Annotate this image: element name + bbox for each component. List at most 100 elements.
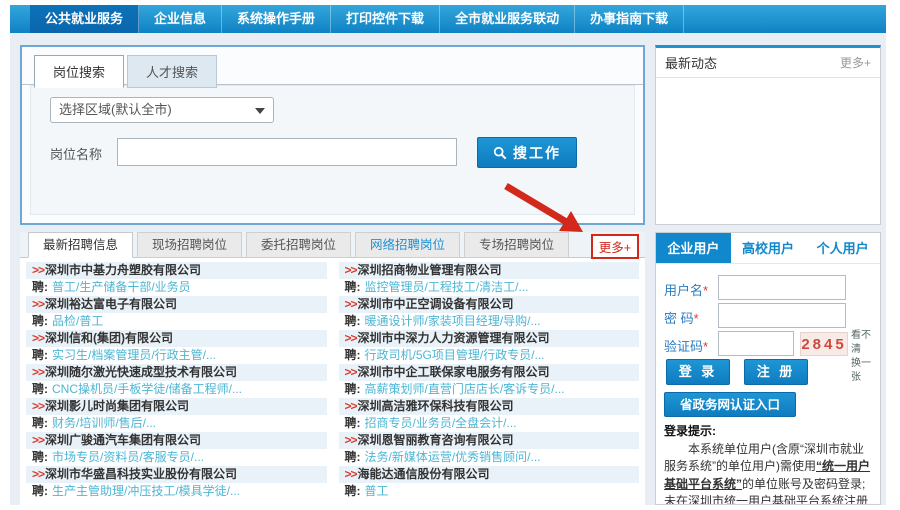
pin-label: 聘: bbox=[345, 484, 361, 498]
company-name: 深圳裕达富电子有限公司 bbox=[45, 297, 177, 311]
pin-label: 聘: bbox=[345, 280, 361, 294]
required-mark: * bbox=[694, 311, 699, 326]
chevrons-icon: >> bbox=[345, 365, 357, 379]
chevrons-icon: >> bbox=[32, 433, 44, 447]
pin-label: 聘: bbox=[345, 450, 361, 464]
captcha-hint-1: 看不清 bbox=[851, 330, 871, 355]
news-more-link[interactable]: 更多+ bbox=[840, 54, 871, 71]
job-links[interactable]: 实习生/档案管理员/行政主管/... bbox=[52, 348, 216, 362]
job-links-row: 聘:暖通设计师/家装项目经理/导购/... bbox=[339, 313, 640, 330]
captcha-label: 验证码* bbox=[664, 336, 708, 355]
company-name: 深圳高洁雅环保科技有限公司 bbox=[358, 399, 514, 413]
company-link[interactable]: >>深圳高洁雅环保科技有限公司 bbox=[339, 398, 640, 415]
tab-onsite-recruitment[interactable]: 现场招聘岗位 bbox=[137, 232, 242, 258]
nav-item-public-employment[interactable]: 公共就业服务 bbox=[30, 5, 139, 33]
job-links[interactable]: CNC操机员/手板学徒/储备工程师/... bbox=[52, 382, 242, 396]
job-links[interactable]: 行政司机/5G项目管理/行政专员/... bbox=[365, 348, 545, 362]
company-link[interactable]: >>深圳影儿时尚集团有限公司 bbox=[26, 398, 327, 415]
company-link[interactable]: >>深圳裕达富电子有限公司 bbox=[26, 296, 327, 313]
job-links-row: 聘: 普工/生产储备干部/业务员 bbox=[26, 279, 327, 296]
latest-news-panel: 最新动态 更多+ bbox=[655, 45, 881, 225]
pin-label: 聘: bbox=[32, 450, 48, 464]
search-jobs-button[interactable]: 搜工作 bbox=[477, 137, 577, 168]
job-links[interactable]: 普工/生产储备干部/业务员 bbox=[52, 280, 191, 294]
job-name-label: 岗位名称 bbox=[50, 144, 102, 163]
company-link[interactable]: >>深圳信和(集团)有限公司 bbox=[26, 330, 327, 347]
pin-label: 聘: bbox=[32, 280, 48, 294]
login-button[interactable]: 登 录 bbox=[666, 359, 730, 385]
tab-online-recruitment[interactable]: 网络招聘岗位 bbox=[355, 232, 460, 258]
login-tips-paragraph: 本系统单位用户(含原“深圳市就业服务系统”的单位用户)需使用“统一用户基础平台系… bbox=[664, 441, 874, 494]
captcha-image[interactable]: 2845 bbox=[800, 332, 848, 356]
recruitment-list: >>深圳市中基力舟塑胶有限公司 聘:普工/生产储备干部/业务员 >>深圳裕达富电… bbox=[20, 262, 645, 505]
register-button[interactable]: 注 册 bbox=[744, 359, 808, 385]
tab-enterprise-user[interactable]: 企业用户 bbox=[656, 233, 731, 263]
company-link[interactable]: >>深圳广骏通汽车集团有限公司 bbox=[26, 432, 327, 449]
job-links[interactable]: 品检/普工 bbox=[52, 314, 103, 328]
job-name-input[interactable] bbox=[117, 138, 457, 166]
nav-item-guide-download[interactable]: 办事指南下载 bbox=[575, 5, 684, 33]
job-links[interactable]: 高薪策划师/直营门店店长/客诉专员/... bbox=[365, 382, 565, 396]
chevrons-icon: >> bbox=[32, 467, 44, 481]
tab-personal-user[interactable]: 个人用户 bbox=[805, 233, 880, 263]
captcha-input[interactable] bbox=[718, 331, 794, 356]
company-link[interactable]: >>深圳恩智丽教育咨询有限公司 bbox=[339, 432, 640, 449]
job-links[interactable]: 招商专员/业务员/全盘会计/... bbox=[365, 416, 517, 430]
company-name: 深圳市中深力人力资源管理有限公司 bbox=[358, 331, 550, 345]
company-link[interactable]: >>海能达通信股份有限公司 bbox=[339, 466, 640, 483]
job-links[interactable]: 普工 bbox=[365, 484, 389, 498]
tab-job-search[interactable]: 岗位搜索 bbox=[34, 55, 124, 88]
job-links-row: 聘: 监控管理员/工程技工/清洁工/... bbox=[339, 279, 640, 296]
chevrons-icon: >> bbox=[345, 467, 357, 481]
nav-item-system-manual[interactable]: 系统操作手册 bbox=[222, 5, 331, 33]
region-select[interactable]: 选择区域(默认全市) bbox=[50, 97, 274, 123]
recruitment-more-link[interactable]: 更多+ bbox=[591, 234, 639, 259]
nav-item-citywide-linkage[interactable]: 全市就业服务联动 bbox=[440, 5, 575, 33]
gov-portal-button[interactable]: 省政务网认证入口 bbox=[664, 392, 796, 417]
tab-university-user[interactable]: 高校用户 bbox=[731, 233, 806, 263]
company-link[interactable]: >>深圳市华盛昌科技实业股份有限公司 bbox=[26, 466, 327, 483]
company-link[interactable]: >>深圳市中基力舟塑胶有限公司 bbox=[26, 262, 327, 279]
company-link[interactable]: >>深圳市中正空调设备有限公司 bbox=[339, 296, 640, 313]
login-tips: 登录提示: 本系统单位用户(含原“深圳市就业服务系统”的单位用户)需使用“统一用… bbox=[664, 423, 874, 505]
captcha-refresh-link[interactable]: 看不清 换一张 bbox=[851, 329, 880, 385]
job-links-row: 聘:行政司机/5G项目管理/行政专员/... bbox=[339, 347, 640, 364]
company-link[interactable]: >>深圳招商物业管理有限公司 bbox=[339, 262, 640, 279]
job-links[interactable]: 生产主管助理/冲压技工/模具学徒/... bbox=[52, 484, 240, 498]
username-input[interactable] bbox=[718, 275, 846, 300]
username-label: 用户名* bbox=[664, 280, 708, 299]
captcha-hint-2: 换一张 bbox=[851, 358, 871, 383]
nav-item-enterprise-info[interactable]: 企业信息 bbox=[139, 5, 222, 33]
region-select-value: 选择区域(默认全市) bbox=[59, 102, 172, 117]
password-input[interactable] bbox=[718, 303, 846, 328]
login-tips-line2: 未在深圳市统一用户基础平台系统注册的, bbox=[664, 493, 874, 505]
nav-item-print-control-download[interactable]: 打印控件下载 bbox=[331, 5, 440, 33]
pin-label: 聘: bbox=[32, 314, 48, 328]
job-links[interactable]: 暖通设计师/家装项目经理/导购/... bbox=[365, 314, 541, 328]
job-links-row: 聘: 普工 bbox=[339, 483, 640, 500]
job-links[interactable]: 监控管理员/工程技工/清洁工/... bbox=[365, 280, 529, 294]
company-link[interactable]: >>深圳随尔激光快速成型技术有限公司 bbox=[26, 364, 327, 381]
company-name: 深圳招商物业管理有限公司 bbox=[358, 263, 502, 277]
search-icon bbox=[493, 146, 507, 160]
job-links[interactable]: 市场专员/资料员/客服专员/... bbox=[52, 450, 204, 464]
username-row: 用户名* bbox=[656, 275, 880, 301]
tab-entrusted-recruitment[interactable]: 委托招聘岗位 bbox=[246, 232, 351, 258]
pin-label: 聘: bbox=[32, 484, 48, 498]
required-mark: * bbox=[703, 283, 708, 298]
login-tips-title: 登录提示: bbox=[664, 423, 874, 441]
tab-special-recruitment[interactable]: 专场招聘岗位 bbox=[464, 232, 569, 258]
job-links[interactable]: 法务/新媒体运营/优秀销售顾问/... bbox=[365, 450, 541, 464]
company-link[interactable]: >>深圳市中深力人力资源管理有限公司 bbox=[339, 330, 640, 347]
chevron-down-icon bbox=[255, 108, 265, 114]
search-tabs: 岗位搜索 人才搜索 bbox=[34, 55, 220, 88]
pin-label: 聘: bbox=[32, 348, 48, 362]
company-name: 深圳市中基力舟塑胶有限公司 bbox=[45, 263, 201, 277]
tab-latest-recruitment[interactable]: 最新招聘信息 bbox=[28, 232, 133, 258]
job-links[interactable]: 财务/培训师/售后/... bbox=[52, 416, 156, 430]
company-link[interactable]: >>深圳市中企工联保家电服务有限公司 bbox=[339, 364, 640, 381]
chevrons-icon: >> bbox=[32, 365, 44, 379]
tab-talent-search[interactable]: 人才搜索 bbox=[127, 55, 217, 88]
pin-label: 聘: bbox=[32, 416, 48, 430]
recruitment-tabs-bar: 最新招聘信息 现场招聘岗位 委托招聘岗位 网络招聘岗位 专场招聘岗位 更多+ bbox=[20, 232, 645, 258]
